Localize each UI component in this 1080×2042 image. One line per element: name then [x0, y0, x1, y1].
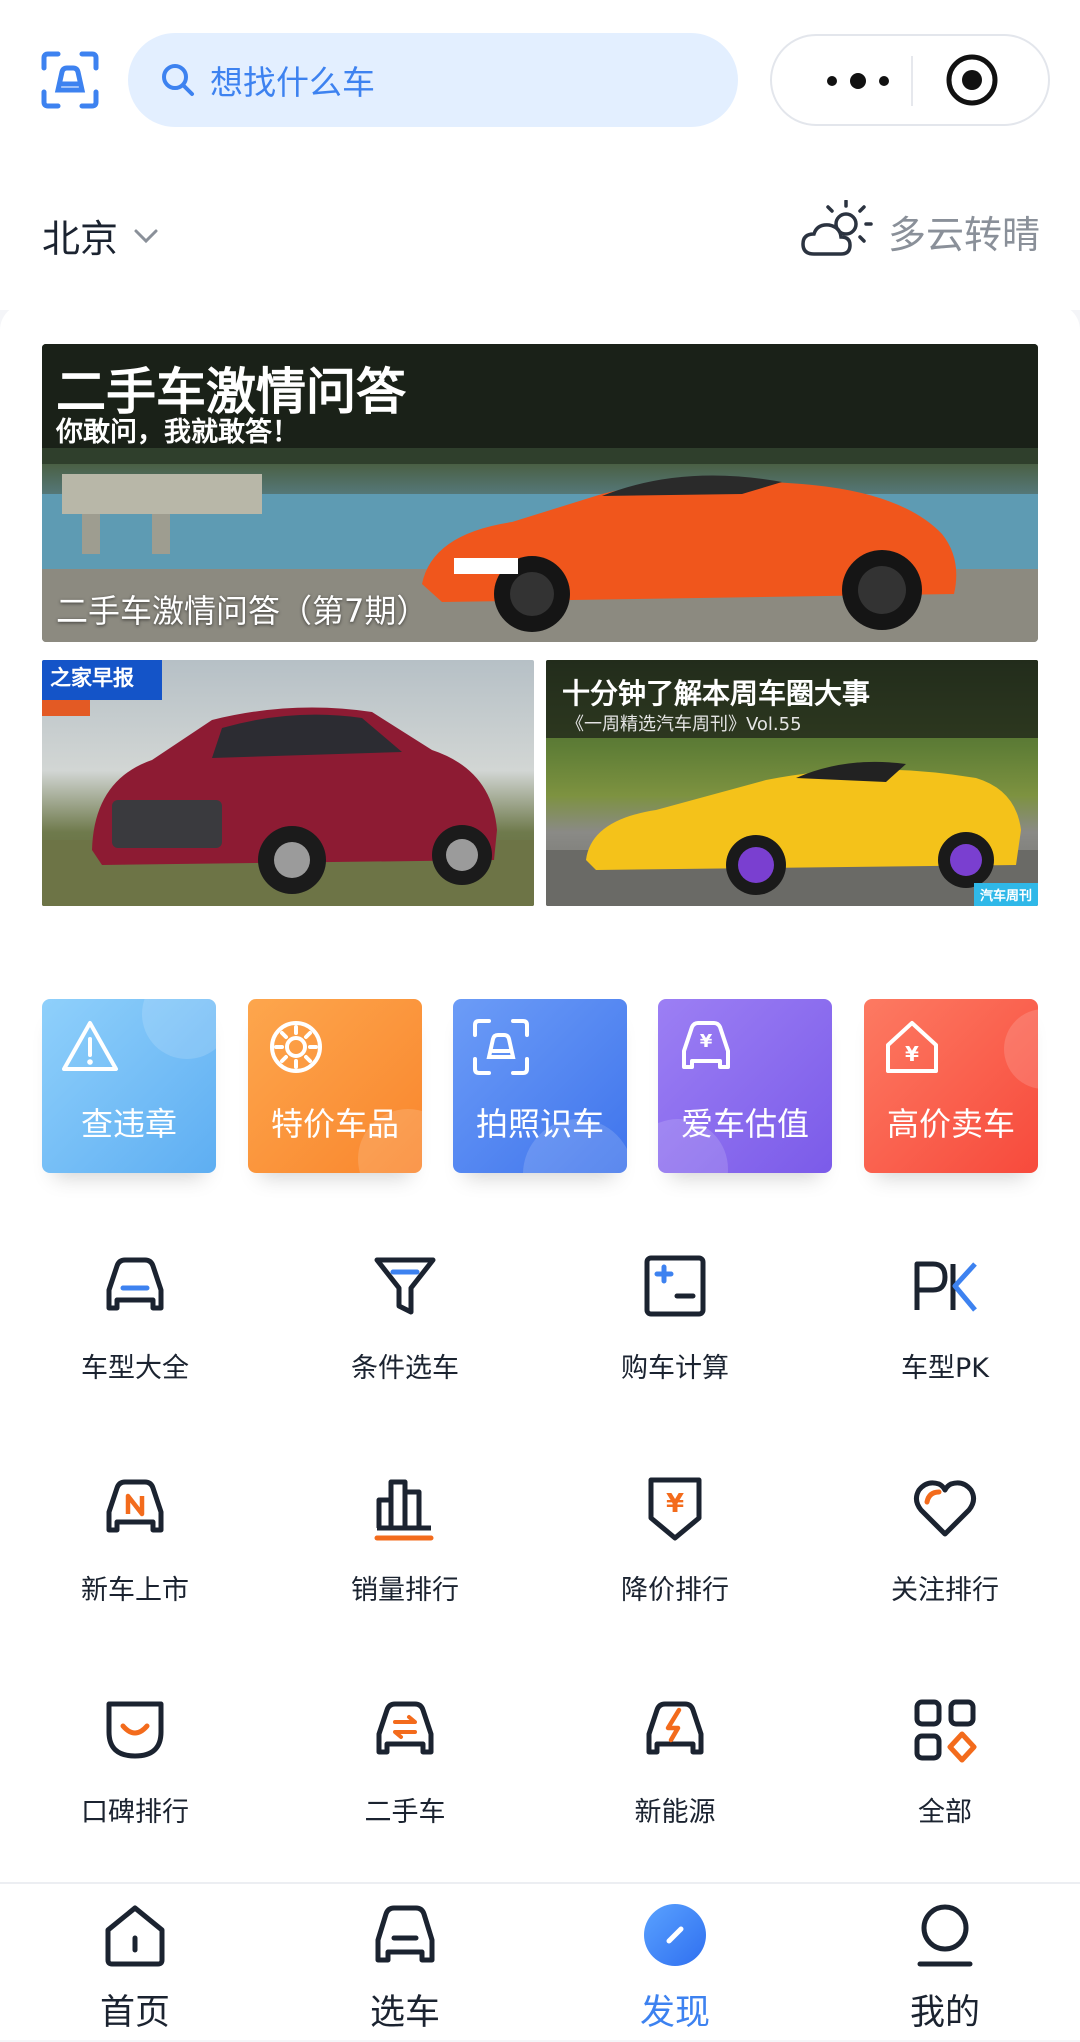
grid-label: 降价排行 — [621, 1575, 729, 1606]
house-yuan-icon: ¥ — [886, 1021, 938, 1073]
grid-label: 购车计算 — [621, 1353, 729, 1384]
tile-label: 查违章 — [80, 1105, 177, 1143]
gear-icon — [270, 1021, 322, 1073]
tile-photo-identify[interactable]: 拍照识车 — [453, 999, 627, 1173]
weather-widget: 多云转晴 — [800, 200, 1040, 262]
tile-car-valuation[interactable]: ¥ 爱车估值 — [658, 999, 832, 1173]
grid-filter-select[interactable]: 条件选车 — [305, 1252, 505, 1402]
tile-violation-check[interactable]: 查违章 — [42, 999, 216, 1173]
location-bar: 北京 多云转晴 — [0, 160, 1080, 310]
tile-label: 拍照识车 — [475, 1105, 604, 1143]
pk-icon — [914, 1261, 977, 1312]
tile-label: 高价卖车 — [886, 1105, 1015, 1143]
weekly-tag: 汽车周刊 — [973, 883, 1038, 906]
grid-label: 条件选车 — [351, 1353, 459, 1384]
grid-label: 新车上市 — [81, 1575, 189, 1606]
new-car-icon — [106, 1479, 164, 1533]
banner-morning-news[interactable]: 之家早报 — [42, 660, 534, 906]
tab-profile[interactable]: 我的 — [845, 1884, 1045, 2042]
grid-label: 关注排行 — [891, 1575, 999, 1606]
car-models-icon — [106, 1257, 164, 1311]
grid-label: 口碑排行 — [81, 1797, 189, 1828]
chevron-down-icon — [134, 229, 158, 243]
tab-discover[interactable]: 发现 — [575, 1884, 775, 2042]
ev-car-icon — [646, 1701, 704, 1755]
cloudy-sun-icon — [801, 200, 873, 256]
all-apps-icon — [914, 1699, 977, 1763]
weekly-subline: 《一周精选汽车周刊》Vol.55 — [566, 714, 802, 735]
banner-subline: 你敢问，我就敢答！ — [56, 417, 299, 448]
grid-label: 车型PK — [901, 1353, 989, 1384]
scan-icon[interactable] — [40, 50, 100, 110]
weather-text: 多云转晴 — [887, 212, 1040, 257]
news-tag-accent — [42, 700, 90, 716]
grid-used-car[interactable]: 二手车 — [305, 1696, 505, 1846]
banner-caption: 二手车激情问答（第7期） — [56, 592, 429, 630]
tile-bubble — [142, 999, 216, 1059]
filter-icon — [374, 1257, 436, 1315]
svg-text:¥: ¥ — [666, 1489, 684, 1519]
grid-new-energy[interactable]: 新能源 — [575, 1696, 775, 1846]
miniprogram-capsule — [770, 34, 1050, 126]
grid-sales-ranking[interactable]: 销量排行 — [305, 1474, 505, 1624]
search-placeholder: 想找什么车 — [210, 63, 375, 102]
banner-main[interactable]: 二手车激情问答 你敢问，我就敢答！ 二手车激情问答（第7期） — [42, 344, 1038, 642]
tab-select-car[interactable]: 选车 — [305, 1884, 505, 2042]
discover-card: 二手车激情问答 你敢问，我就敢答！ 二手车激情问答（第7期） 之家早报 十分钟了… — [0, 304, 1080, 1884]
sales-chart-icon — [374, 1479, 434, 1541]
banner-weekly[interactable]: 十分钟了解本周车圈大事 《一周精选汽车周刊》Vol.55 汽车周刊 — [546, 660, 1038, 906]
grid-label: 全部 — [918, 1797, 972, 1828]
tile-label: 爱车估值 — [680, 1105, 809, 1143]
calculator-icon — [644, 1255, 706, 1317]
grid-label: 新能源 — [634, 1797, 716, 1828]
grid-car-pk[interactable]: 车型PK — [845, 1252, 1045, 1402]
price-drop-icon: ¥ — [648, 1477, 702, 1541]
search-bar[interactable]: 想找什么车 — [128, 33, 738, 127]
compass-icon — [644, 1904, 706, 1966]
bottom-tab-bar: 首页 选车 发现 我的 — [0, 1882, 1080, 2040]
grid-label: 二手车 — [364, 1797, 446, 1828]
grid-calculator[interactable]: 购车计算 — [575, 1252, 775, 1402]
grid-price-drop[interactable]: ¥ 降价排行 — [575, 1474, 775, 1624]
svg-text:¥: ¥ — [905, 1042, 919, 1066]
more-icon[interactable] — [808, 60, 908, 102]
tab-label: 发现 — [639, 1993, 710, 2033]
weekly-headline: 十分钟了解本周车圈大事 — [562, 677, 871, 710]
close-target-icon[interactable] — [944, 52, 1000, 108]
top-bar: 想找什么车 — [0, 0, 1080, 160]
grid-all[interactable]: 全部 — [845, 1696, 1045, 1846]
grid-car-models[interactable]: 车型大全 — [35, 1252, 235, 1402]
tab-home[interactable]: 首页 — [35, 1884, 235, 2042]
profile-icon — [917, 1904, 973, 1967]
home-icon — [105, 1905, 165, 1967]
tile-special-price[interactable]: 特价车品 — [248, 999, 422, 1173]
used-car-icon — [376, 1701, 434, 1755]
camera-scan-icon — [473, 1019, 529, 1075]
grid-label: 车型大全 — [81, 1353, 189, 1384]
grid-reputation-ranking[interactable]: 口碑排行 — [35, 1696, 235, 1846]
svg-text:¥: ¥ — [700, 1031, 713, 1052]
grid-label: 销量排行 — [351, 1575, 459, 1606]
tile-sell-car[interactable]: ¥ 高价卖车 — [864, 999, 1038, 1173]
tab-label: 选车 — [369, 1993, 440, 2033]
smile-badge-icon — [106, 1701, 164, 1759]
search-icon — [162, 64, 194, 96]
grid-attention-ranking[interactable]: 关注排行 — [845, 1474, 1045, 1624]
tab-label: 首页 — [99, 1993, 170, 2033]
city-selector[interactable]: 北京 — [42, 208, 160, 263]
grid-new-cars[interactable]: 新车上市 — [35, 1474, 235, 1624]
car-yuan-icon: ¥ — [682, 1021, 730, 1069]
feature-tiles: 查违章 特价车品 拍照识车 ¥ 爱车估值 ¥ 高价卖车 — [42, 999, 1038, 1175]
capsule-divider — [911, 56, 913, 106]
city-name: 北京 — [42, 217, 119, 261]
morning-news-tag: 之家早报 — [42, 660, 162, 700]
heart-icon — [913, 1480, 977, 1537]
tile-label: 特价车品 — [270, 1105, 399, 1143]
car-icon — [375, 1905, 435, 1963]
warning-icon — [62, 1021, 118, 1071]
tab-label: 我的 — [909, 1993, 980, 2033]
tile-bubble — [1004, 1009, 1038, 1089]
